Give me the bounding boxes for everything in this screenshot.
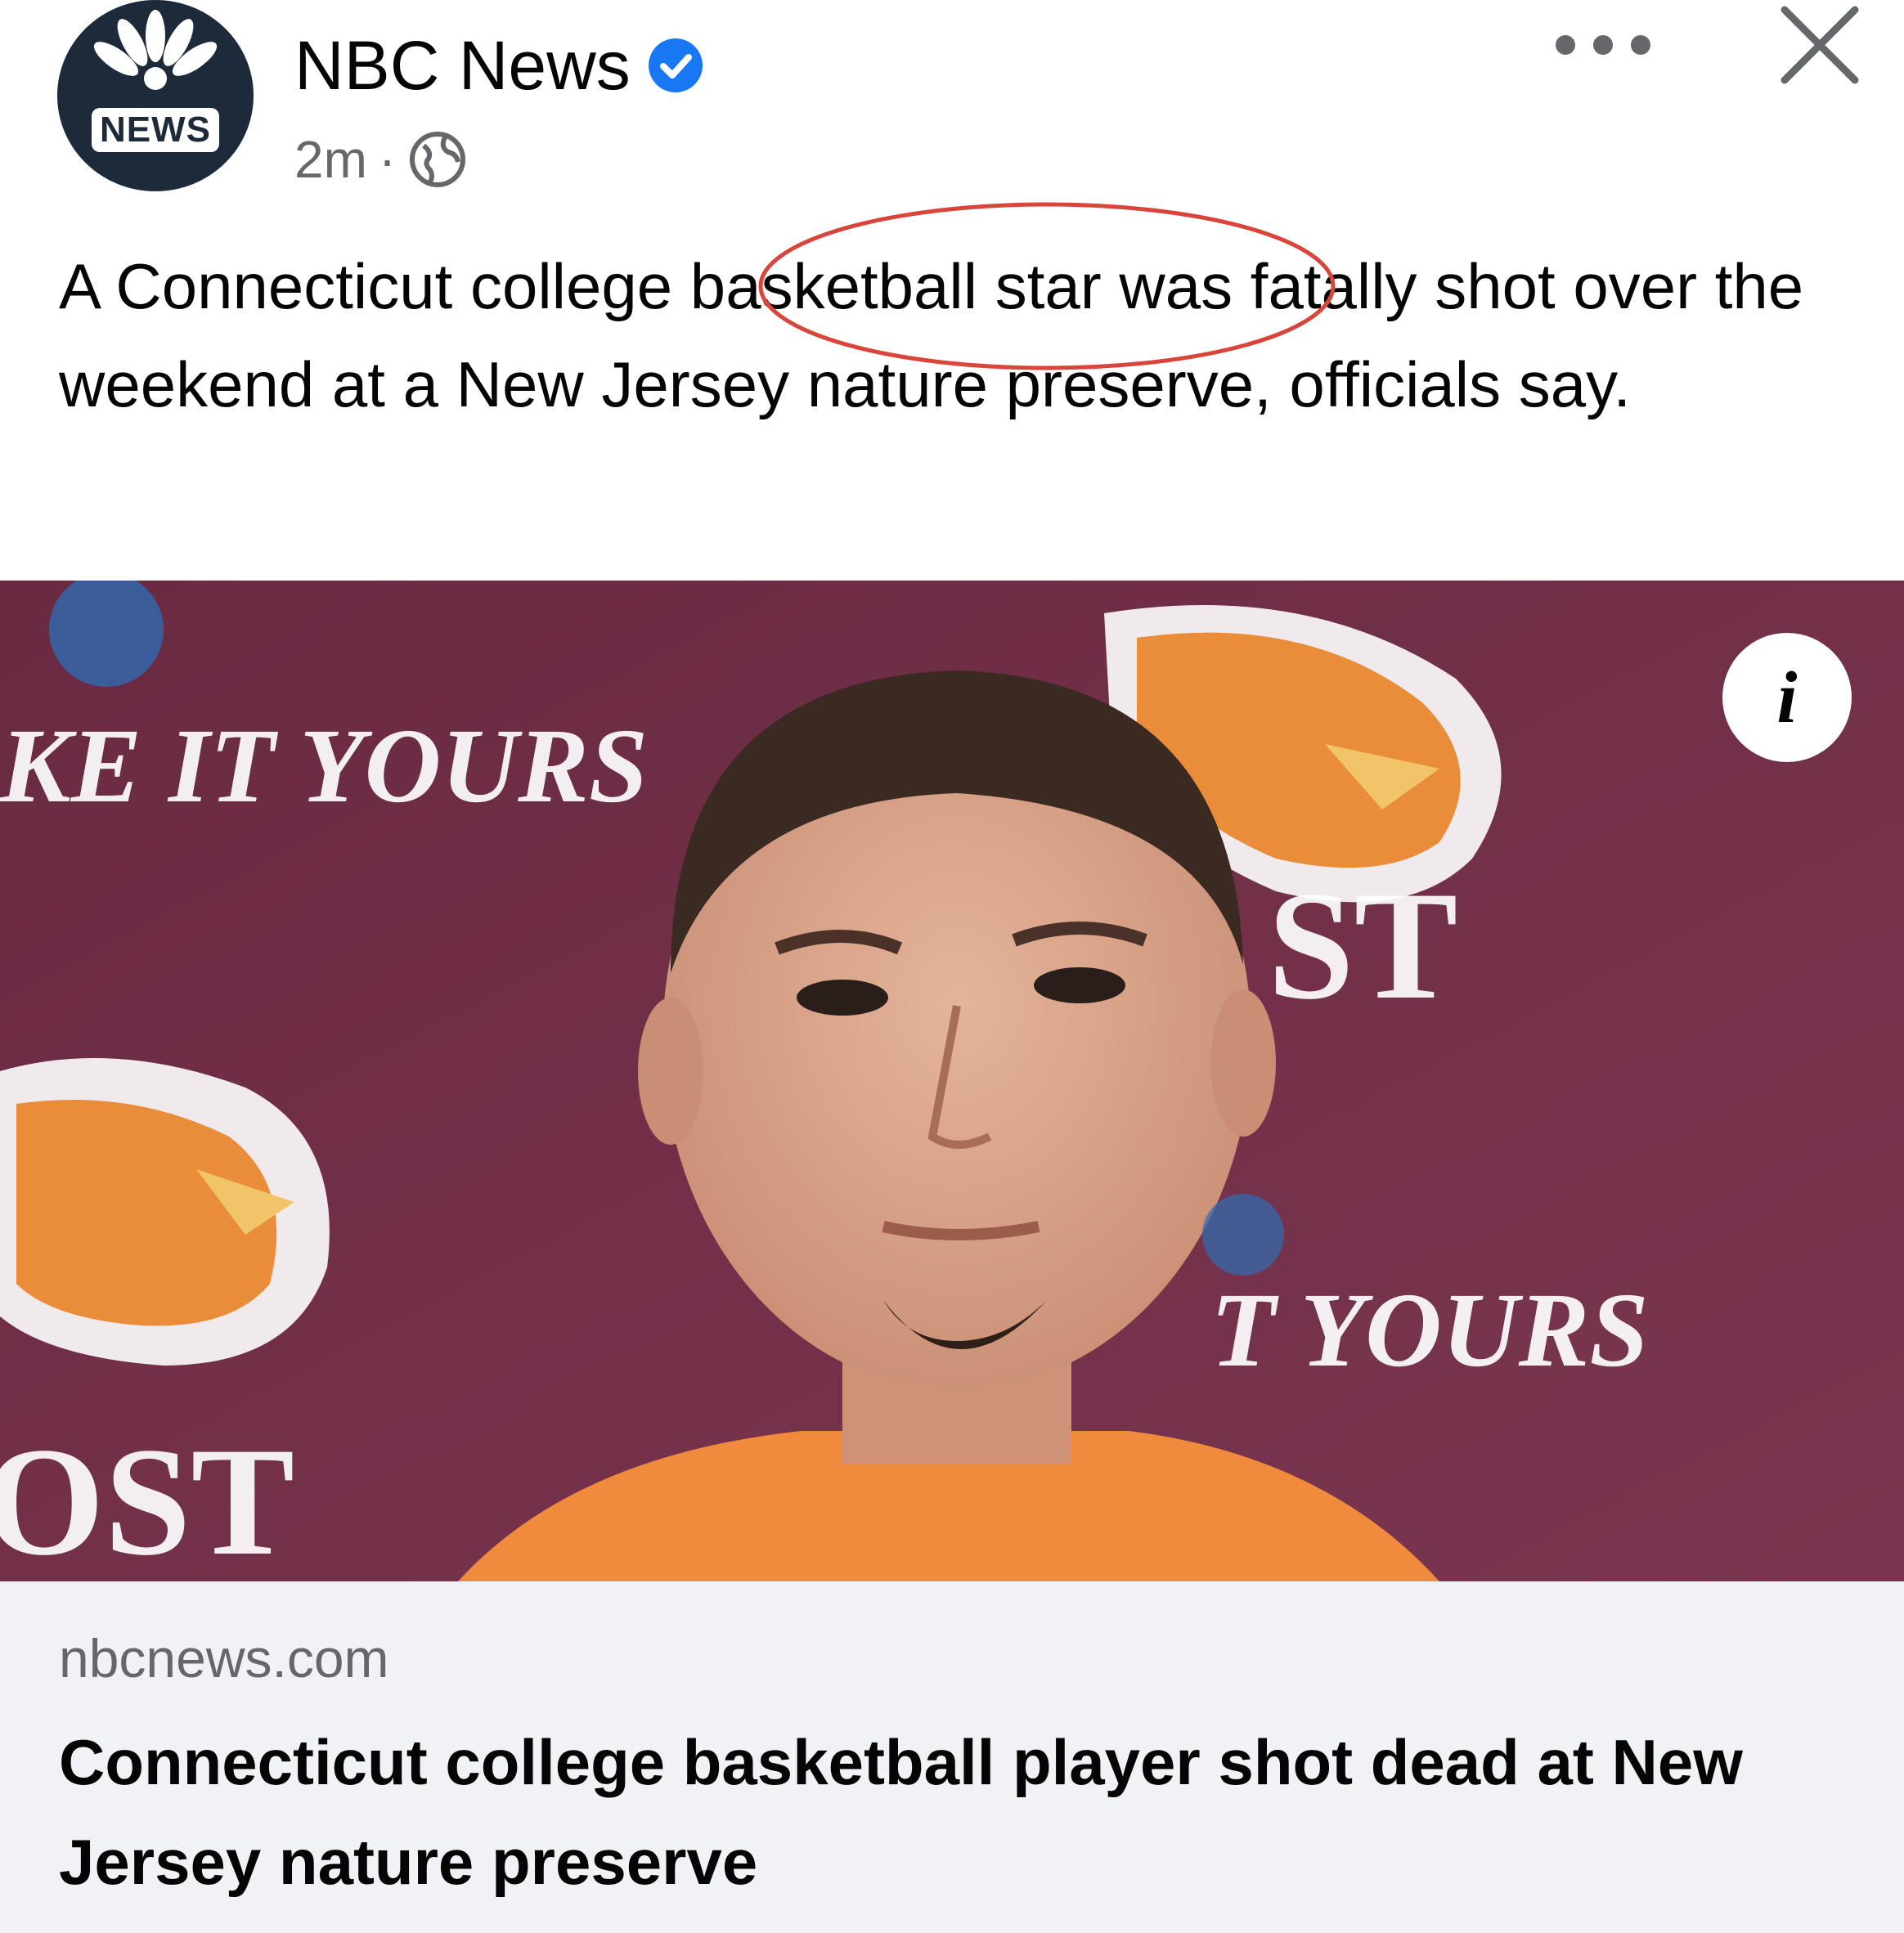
post-header: NEWS NBC News 2m · bbox=[0, 0, 1904, 213]
nbc-news-avatar[interactable]: NEWS bbox=[57, 0, 254, 191]
post-time[interactable]: 2m bbox=[294, 129, 367, 190]
post-meta: 2m · bbox=[294, 123, 468, 196]
player-photo: KE IT YOURS T YOURS ST OST bbox=[0, 581, 1904, 1581]
page-name-row: NBC News bbox=[294, 25, 704, 106]
logo-text-right: ST bbox=[1268, 860, 1457, 1032]
article-image[interactable]: KE IT YOURS T YOURS ST OST bbox=[0, 581, 1904, 1581]
ncaa-logo-icon bbox=[1202, 1194, 1284, 1276]
verified-badge-icon bbox=[648, 38, 703, 92]
peacock-logo-icon bbox=[93, 10, 218, 90]
logo-text-left: OST bbox=[0, 1416, 294, 1581]
close-icon[interactable] bbox=[1775, 0, 1865, 90]
banner-text-right: T YOURS bbox=[1210, 1271, 1649, 1389]
page-name[interactable]: NBC News bbox=[294, 26, 631, 105]
link-title[interactable]: Connecticut college basketball player sh… bbox=[59, 1712, 1858, 1912]
meta-separator: · bbox=[378, 130, 397, 189]
info-button[interactable]: i bbox=[1722, 633, 1852, 762]
more-options-icon[interactable] bbox=[1546, 25, 1660, 65]
post-caption: A Connecticut college basketball star wa… bbox=[59, 250, 1804, 420]
news-tag: NEWS bbox=[92, 108, 219, 152]
link-preview-card[interactable]: nbcnews.com Connecticut college basketba… bbox=[0, 1581, 1904, 1933]
link-domain: nbcnews.com bbox=[59, 1628, 389, 1689]
globe-icon[interactable] bbox=[407, 129, 468, 190]
banner-text-top: KE IT YOURS bbox=[0, 707, 648, 825]
